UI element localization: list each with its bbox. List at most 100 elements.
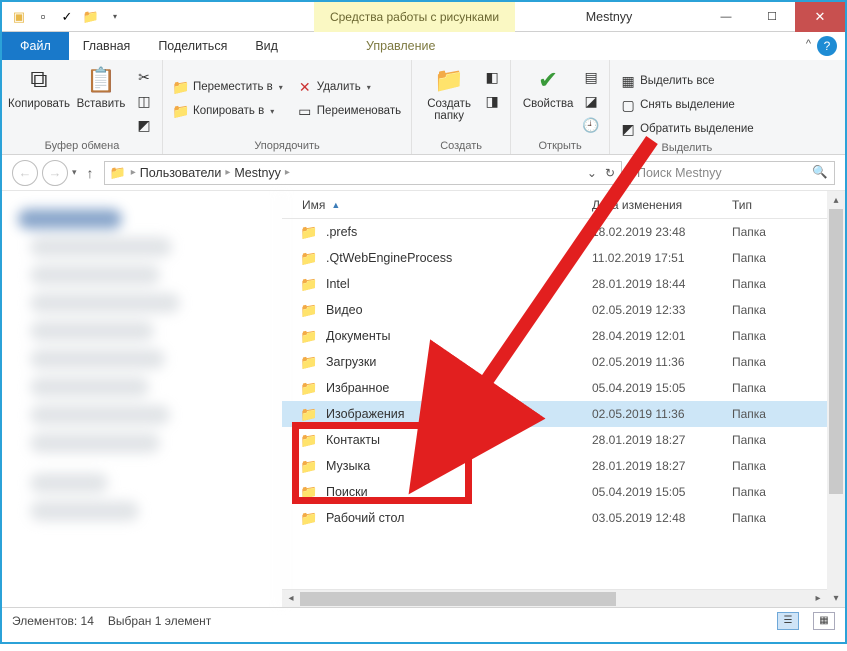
horizontal-scrollbar[interactable]: ◂ ▸ <box>282 589 827 607</box>
column-headers: Имя ▲ Дата изменения Тип <box>282 191 827 219</box>
scroll-down-icon[interactable]: ▾ <box>827 589 845 607</box>
maximize-button[interactable]: ☐ <box>749 2 795 32</box>
column-date[interactable]: Дата изменения <box>592 198 732 212</box>
scroll-up-icon[interactable]: ▴ <box>827 191 845 209</box>
table-row[interactable]: 📁Поиски05.04.2019 15:05Папка <box>282 479 827 505</box>
rename-button[interactable]: ▭Переименовать <box>293 100 405 122</box>
row-name: Изображения <box>326 407 592 421</box>
ribbon-group-new: 📁Создать папку ◧ ◨ Создать <box>412 60 511 154</box>
search-box[interactable]: Поиск Mestnyy 🔍 <box>630 161 835 185</box>
minimize-button[interactable]: — <box>703 2 749 32</box>
folder-open-icon[interactable]: ▣ <box>8 6 30 28</box>
paste-button[interactable]: 📋Вставить <box>70 64 132 110</box>
table-row[interactable]: 📁.prefs18.02.2019 23:48Папка <box>282 219 827 245</box>
invert-icon: ◩ <box>620 121 636 137</box>
tab-share[interactable]: Поделиться <box>144 32 241 60</box>
delete-label: Удалить <box>317 81 361 93</box>
path-users[interactable]: Пользователи <box>138 166 224 180</box>
select-all-button[interactable]: ▦ Выделить все <box>616 70 758 92</box>
refresh-icon[interactable]: ↻ <box>605 166 615 180</box>
row-name: Поиски <box>326 485 592 499</box>
delete-icon: ✕ <box>297 79 313 95</box>
selectall-label: Выделить все <box>640 75 714 87</box>
table-row[interactable]: 📁Музыка28.01.2019 18:27Папка <box>282 453 827 479</box>
table-row[interactable]: 📁.QtWebEngineProcess11.02.2019 17:51Папк… <box>282 245 827 271</box>
newfolder-label: Создать папку <box>418 98 480 122</box>
table-row[interactable]: 📁Избранное05.04.2019 15:05Папка <box>282 375 827 401</box>
navigation-pane[interactable] <box>2 191 282 607</box>
open-button[interactable]: ▤ <box>579 66 603 88</box>
sort-asc-icon: ▲ <box>331 200 340 210</box>
address-bar[interactable]: 📁 ▸ Пользователи ▸ Mestnyy ▸ ⌄↻ <box>104 161 622 185</box>
row-name: .prefs <box>326 225 592 239</box>
group-clipboard-label: Буфер обмена <box>8 138 156 154</box>
group-new-label: Создать <box>418 138 504 154</box>
history-icon: 🕘 <box>583 117 599 133</box>
tab-view[interactable]: Вид <box>241 32 292 60</box>
column-type[interactable]: Тип <box>732 198 827 212</box>
scroll-right-icon[interactable]: ▸ <box>809 593 827 604</box>
copy-button[interactable]: ⧉Копировать <box>8 64 70 110</box>
column-name[interactable]: Имя ▲ <box>282 198 592 212</box>
qat-newfolder-icon[interactable]: 📁 <box>80 6 102 28</box>
table-row[interactable]: 📁Изображения02.05.2019 11:36Папка <box>282 401 827 427</box>
cut-button[interactable]: ✂ <box>132 66 156 88</box>
paste-shortcut-button[interactable]: ◩ <box>132 114 156 136</box>
group-organize-label: Упорядочить <box>169 138 405 154</box>
group-open-label: Открыть <box>517 138 603 154</box>
invert-selection-button[interactable]: ◩Обратить выделение <box>616 118 758 140</box>
copy-path-button[interactable]: ◫ <box>132 90 156 112</box>
table-row[interactable]: 📁Рабочий стол03.05.2019 12:48Папка <box>282 505 827 531</box>
scroll-left-icon[interactable]: ◂ <box>282 593 300 604</box>
table-row[interactable]: 📁Intel28.01.2019 18:44Папка <box>282 271 827 297</box>
back-button[interactable]: ← <box>12 160 38 186</box>
properties-button[interactable]: ✔Свойства <box>517 64 579 110</box>
table-row[interactable]: 📁Контакты28.01.2019 18:27Папка <box>282 427 827 453</box>
nav-history-button[interactable]: ▾ <box>72 167 77 178</box>
chevron-right-icon: ▸ <box>131 167 136 178</box>
view-details-button[interactable]: ☰ <box>777 612 799 630</box>
help-icon[interactable]: ? <box>817 36 837 56</box>
folder-icon: 📁 <box>300 458 320 475</box>
forward-button[interactable]: → <box>42 160 68 186</box>
move-to-button[interactable]: 📁Переместить в <box>169 76 287 98</box>
selectall-icon: ▦ <box>620 73 636 89</box>
copy-to-button[interactable]: 📁Копировать в <box>169 100 287 122</box>
select-none-button[interactable]: ▢Снять выделение <box>616 94 758 116</box>
folder-icon: 📁 <box>300 250 320 267</box>
tab-home[interactable]: Главная <box>69 32 145 60</box>
table-row[interactable]: 📁Загрузки02.05.2019 11:36Папка <box>282 349 827 375</box>
row-name: Контакты <box>326 433 592 447</box>
new-folder-button[interactable]: 📁Создать папку <box>418 64 480 122</box>
path-current[interactable]: Mestnyy <box>232 166 283 180</box>
row-date: 28.01.2019 18:44 <box>592 277 732 291</box>
new-item-button[interactable]: ◧ <box>480 66 504 88</box>
view-icons-button[interactable]: ▦ <box>813 612 835 630</box>
qat-customize-icon[interactable]: ▾ <box>104 6 126 28</box>
tab-manage[interactable]: Управление <box>352 32 450 60</box>
table-row[interactable]: 📁Видео02.05.2019 12:33Папка <box>282 297 827 323</box>
table-row[interactable]: 📁Документы28.04.2019 12:01Папка <box>282 323 827 349</box>
up-button[interactable]: ↑ <box>81 165 100 181</box>
tab-file[interactable]: Файл <box>2 32 69 60</box>
easy-access-button[interactable]: ◨ <box>480 90 504 112</box>
column-name-label: Имя <box>302 198 325 212</box>
close-button[interactable]: ✕ <box>795 2 845 32</box>
chevron-right-icon: ▸ <box>225 167 230 178</box>
window-controls: — ☐ ✕ <box>703 2 845 32</box>
vertical-scrollbar[interactable]: ▴ ▾ <box>827 191 845 607</box>
address-dropdown-icon[interactable]: ⌄ <box>587 166 597 180</box>
copyto-icon: 📁 <box>173 103 189 119</box>
qat-item-icon[interactable]: ▫ <box>32 6 54 28</box>
ribbon-expand-icon[interactable]: ^ <box>806 38 811 50</box>
delete-button[interactable]: ✕ Удалить <box>293 76 405 98</box>
status-bar: Элементов: 14 Выбран 1 элемент ☰ ▦ <box>2 607 845 633</box>
qat-properties-icon[interactable]: ✓ <box>56 6 78 28</box>
history-button[interactable]: 🕘 <box>579 114 603 136</box>
paste-label: Вставить <box>77 98 126 110</box>
scrollbar-thumb[interactable] <box>300 592 616 606</box>
scrollbar-thumb[interactable] <box>829 209 843 494</box>
row-date: 28.04.2019 12:01 <box>592 329 732 343</box>
content-area: Имя ▲ Дата изменения Тип 📁.prefs18.02.201… <box>2 191 845 607</box>
edit-button[interactable]: ◪ <box>579 90 603 112</box>
